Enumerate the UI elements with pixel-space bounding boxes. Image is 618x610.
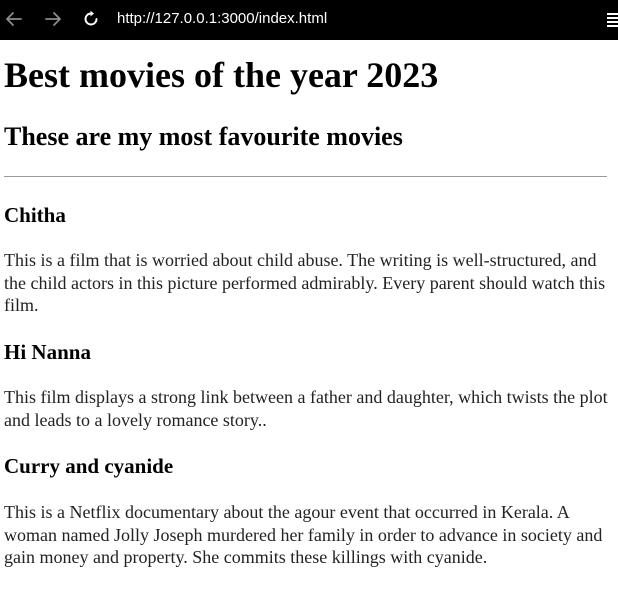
page-subtitle: These are my most favourite movies bbox=[4, 122, 403, 151]
movie-title: Hi Nanna bbox=[4, 340, 91, 364]
reload-icon bbox=[84, 10, 98, 26]
arrow-right-icon bbox=[45, 12, 61, 26]
divider bbox=[4, 176, 607, 177]
arrow-left-icon bbox=[6, 12, 22, 26]
movie-title: Curry and cyanide bbox=[4, 454, 174, 478]
movie-description: This film displays a strong link between… bbox=[4, 387, 608, 430]
menu-button[interactable] bbox=[604, 9, 618, 29]
reload-button[interactable] bbox=[78, 6, 104, 32]
page-content: Best movies of the year 2023 These are m… bbox=[0, 40, 618, 610]
back-button[interactable] bbox=[1, 6, 27, 32]
browser-toolbar: http://127.0.0.1:3000/index.html bbox=[0, 0, 618, 40]
forward-button[interactable] bbox=[40, 6, 66, 32]
page-title: Best movies of the year 2023 bbox=[4, 55, 439, 95]
movie-title: Chitha bbox=[4, 203, 66, 227]
movie-description: This is a film that is worried about chi… bbox=[4, 250, 606, 315]
movie-description: This is a Netflix documentary about the … bbox=[4, 502, 603, 567]
menu-icon bbox=[607, 13, 618, 27]
address-bar-url[interactable]: http://127.0.0.1:3000/index.html bbox=[117, 10, 327, 28]
